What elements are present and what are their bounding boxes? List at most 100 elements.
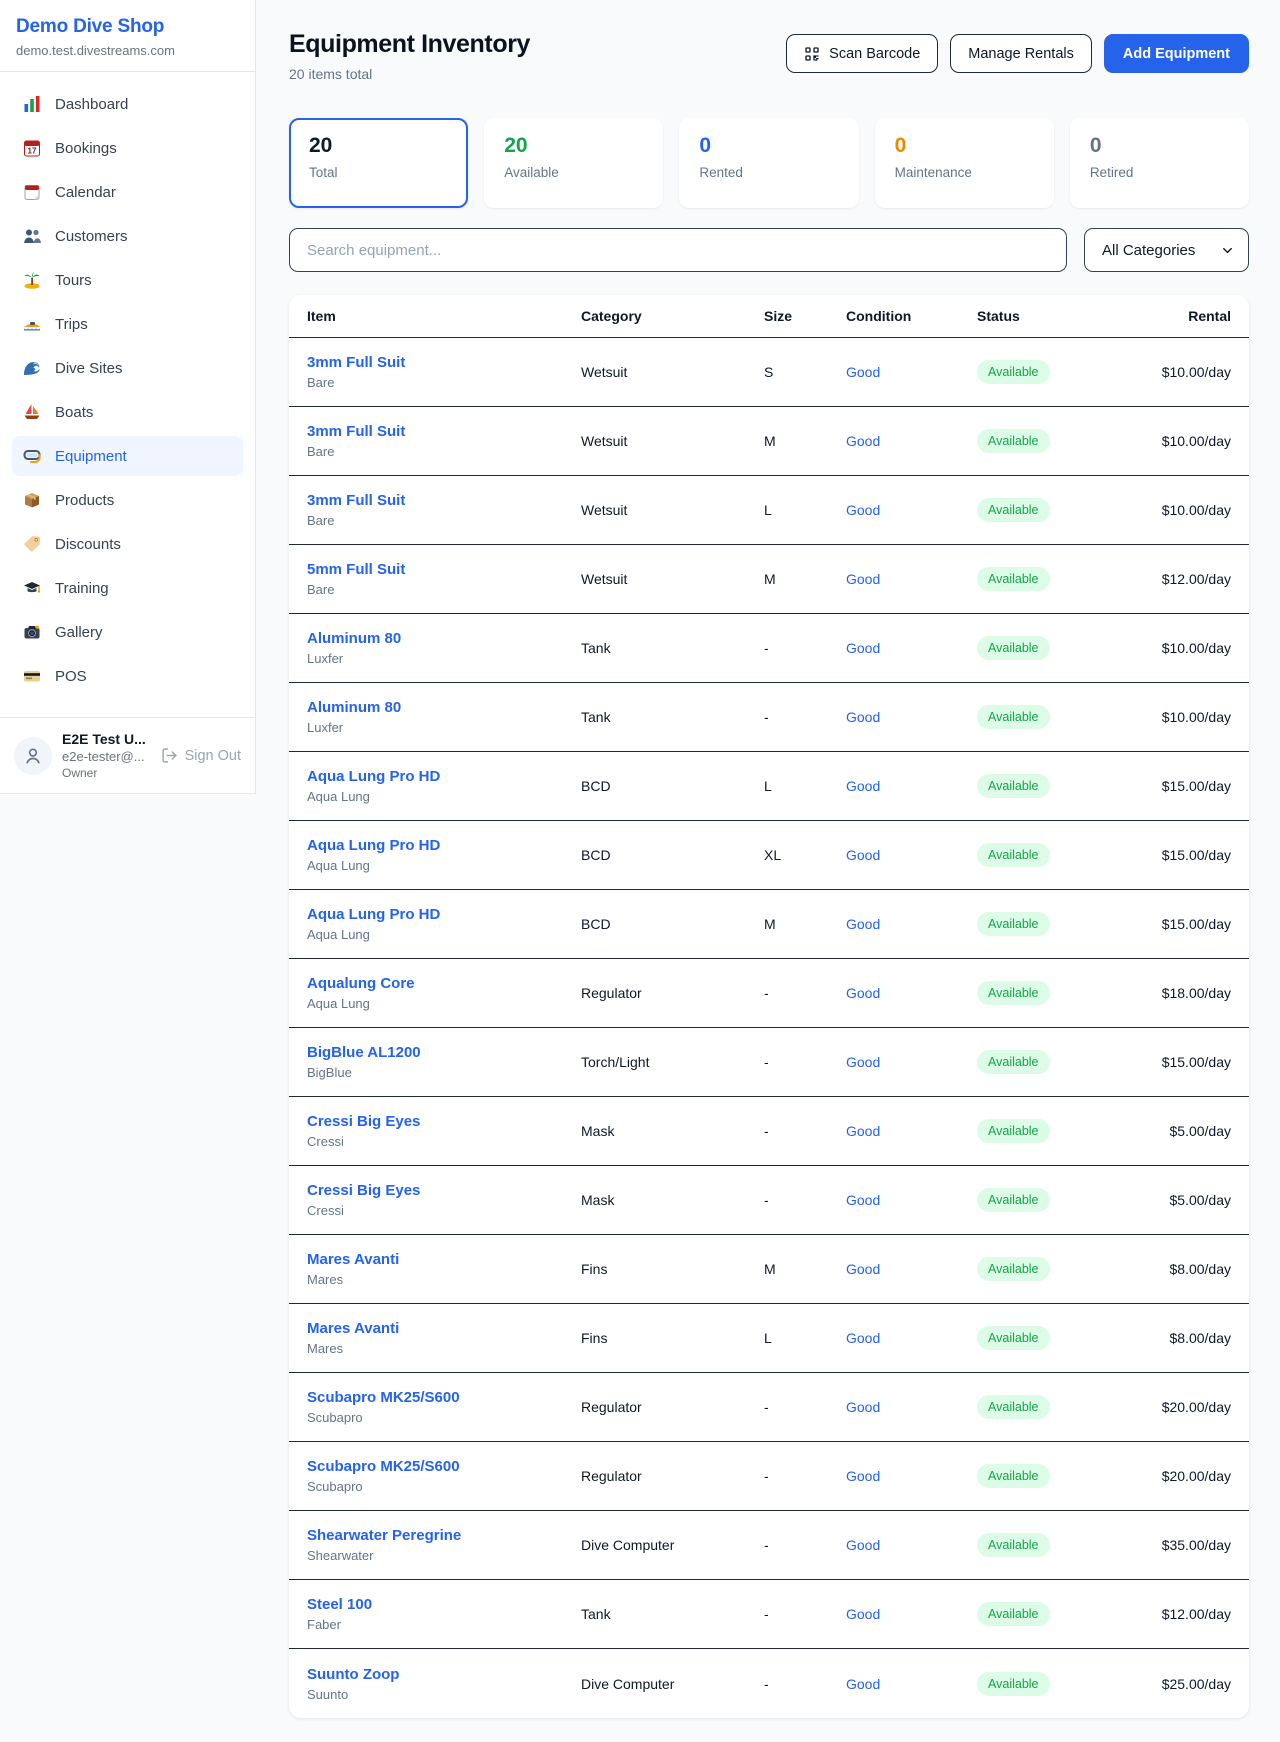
- boats-icon: [22, 402, 42, 422]
- category-select[interactable]: All Categories: [1084, 228, 1249, 272]
- item-name-link[interactable]: Aluminum 80: [307, 630, 581, 647]
- sidebar-item-boats[interactable]: Boats: [12, 392, 243, 432]
- item-condition-link[interactable]: Good: [846, 1399, 977, 1415]
- sidebar-item-trips[interactable]: Trips: [12, 304, 243, 344]
- item-condition-link[interactable]: Good: [846, 1261, 977, 1277]
- item-name-link[interactable]: Shearwater Peregrine: [307, 1527, 581, 1544]
- item-name-link[interactable]: Mares Avanti: [307, 1251, 581, 1268]
- page-title: Equipment Inventory: [289, 30, 530, 59]
- item-name-link[interactable]: 3mm Full Suit: [307, 423, 581, 440]
- main-content: Equipment Inventory 20 items total Scan …: [256, 0, 1280, 1718]
- item-brand: BigBlue: [307, 1065, 581, 1080]
- logout-icon: [161, 747, 178, 764]
- item-condition-link[interactable]: Good: [846, 985, 977, 1001]
- status-badge: Available: [977, 1533, 1050, 1557]
- item-name-link[interactable]: Aqua Lung Pro HD: [307, 768, 581, 785]
- item-condition-link[interactable]: Good: [846, 502, 977, 518]
- item-brand: Luxfer: [307, 651, 581, 666]
- avatar[interactable]: [14, 737, 52, 775]
- item-condition-link[interactable]: Good: [846, 433, 977, 449]
- sidebar-item-dive-sites[interactable]: Dive Sites: [12, 348, 243, 388]
- item-condition-link[interactable]: Good: [846, 640, 977, 656]
- item-name-link[interactable]: Cressi Big Eyes: [307, 1113, 581, 1130]
- qr-code-icon: [804, 46, 820, 62]
- status-badge: Available: [977, 498, 1050, 522]
- item-condition-link[interactable]: Good: [846, 847, 977, 863]
- item-category: Regulator: [581, 1468, 764, 1484]
- item-condition-link[interactable]: Good: [846, 1192, 977, 1208]
- sidebar-item-gallery[interactable]: Gallery: [12, 612, 243, 652]
- status-badge: Available: [977, 1464, 1050, 1488]
- stat-card-maintenance[interactable]: 0 Maintenance: [875, 118, 1054, 208]
- item-size: -: [764, 1054, 846, 1070]
- item-condition-link[interactable]: Good: [846, 1330, 977, 1346]
- item-condition-link[interactable]: Good: [846, 1468, 977, 1484]
- equipment-table: ItemCategorySizeConditionStatusRental 3m…: [289, 295, 1249, 1718]
- sidebar-item-dashboard[interactable]: Dashboard: [12, 84, 243, 124]
- item-name-link[interactable]: Cressi Big Eyes: [307, 1182, 581, 1199]
- item-name-link[interactable]: Steel 100: [307, 1596, 581, 1613]
- item-name-link[interactable]: Aluminum 80: [307, 699, 581, 716]
- stat-label: Total: [309, 165, 448, 180]
- pos-icon: [22, 666, 42, 686]
- item-category: Dive Computer: [581, 1537, 764, 1553]
- item-name-link[interactable]: BigBlue AL1200: [307, 1044, 581, 1061]
- item-category: Wetsuit: [581, 502, 764, 518]
- add-equipment-button[interactable]: Add Equipment: [1104, 34, 1249, 73]
- item-name-link[interactable]: 3mm Full Suit: [307, 354, 581, 371]
- item-name-link[interactable]: Mares Avanti: [307, 1320, 581, 1337]
- item-size: -: [764, 985, 846, 1001]
- sign-out-label: Sign Out: [185, 748, 241, 764]
- sign-out-button[interactable]: Sign Out: [161, 747, 241, 764]
- user-section: E2E Test U... e2e-tester@... Owner Sign …: [0, 717, 255, 793]
- manage-rentals-button[interactable]: Manage Rentals: [950, 34, 1092, 73]
- sidebar-item-tours[interactable]: Tours: [12, 260, 243, 300]
- item-name-link[interactable]: Aqualung Core: [307, 975, 581, 992]
- status-badge: Available: [977, 1602, 1050, 1626]
- item-name-link[interactable]: 5mm Full Suit: [307, 561, 581, 578]
- brand-title[interactable]: Demo Dive Shop: [16, 16, 239, 38]
- sidebar-item-equipment[interactable]: Equipment: [12, 436, 243, 476]
- svg-text:17: 17: [28, 147, 37, 156]
- stat-card-retired[interactable]: 0 Retired: [1070, 118, 1249, 208]
- item-condition-link[interactable]: Good: [846, 571, 977, 587]
- stat-card-available[interactable]: 20 Available: [484, 118, 663, 208]
- item-condition-link[interactable]: Good: [846, 1676, 977, 1692]
- sidebar-item-label: Bookings: [55, 140, 117, 157]
- sidebar-item-products[interactable]: Products: [12, 480, 243, 520]
- status-badge: Available: [977, 1326, 1050, 1350]
- scan-barcode-button[interactable]: Scan Barcode: [786, 34, 938, 73]
- stat-card-rented[interactable]: 0 Rented: [679, 118, 858, 208]
- item-condition-link[interactable]: Good: [846, 709, 977, 725]
- item-name-link[interactable]: Suunto Zoop: [307, 1666, 581, 1683]
- sidebar-item-label: Dive Sites: [55, 360, 123, 377]
- table-body: 3mm Full Suit Bare Wetsuit S Good Availa…: [289, 338, 1249, 1718]
- sidebar-item-bookings[interactable]: 17 Bookings: [12, 128, 243, 168]
- item-condition-link[interactable]: Good: [846, 1537, 977, 1553]
- item-condition-link[interactable]: Good: [846, 916, 977, 932]
- status-badge: Available: [977, 843, 1050, 867]
- sidebar-item-customers[interactable]: Customers: [12, 216, 243, 256]
- sidebar-item-pos[interactable]: POS: [12, 656, 243, 696]
- item-name-link[interactable]: Scubapro MK25/S600: [307, 1389, 581, 1406]
- item-name-link[interactable]: Scubapro MK25/S600: [307, 1458, 581, 1475]
- item-condition-link[interactable]: Good: [846, 364, 977, 380]
- chevron-down-icon: [1220, 243, 1235, 258]
- search-input[interactable]: [289, 228, 1067, 272]
- item-condition-link[interactable]: Good: [846, 1054, 977, 1070]
- sidebar-item-calendar[interactable]: Calendar: [12, 172, 243, 212]
- column-header-status: Status: [977, 308, 1137, 324]
- sidebar-item-training[interactable]: Training: [12, 568, 243, 608]
- sidebar-item-discounts[interactable]: Discounts: [12, 524, 243, 564]
- table-row: Scubapro MK25/S600 Scubapro Regulator - …: [289, 1373, 1249, 1442]
- item-brand: Mares: [307, 1341, 581, 1356]
- item-name-link[interactable]: Aqua Lung Pro HD: [307, 837, 581, 854]
- item-condition-link[interactable]: Good: [846, 1123, 977, 1139]
- item-name-link[interactable]: Aqua Lung Pro HD: [307, 906, 581, 923]
- stat-card-total[interactable]: 20 Total: [289, 118, 468, 208]
- table-row: Scubapro MK25/S600 Scubapro Regulator - …: [289, 1442, 1249, 1511]
- item-name-link[interactable]: 3mm Full Suit: [307, 492, 581, 509]
- item-condition-link[interactable]: Good: [846, 1606, 977, 1622]
- item-condition-link[interactable]: Good: [846, 778, 977, 794]
- add-equipment-label: Add Equipment: [1123, 46, 1230, 62]
